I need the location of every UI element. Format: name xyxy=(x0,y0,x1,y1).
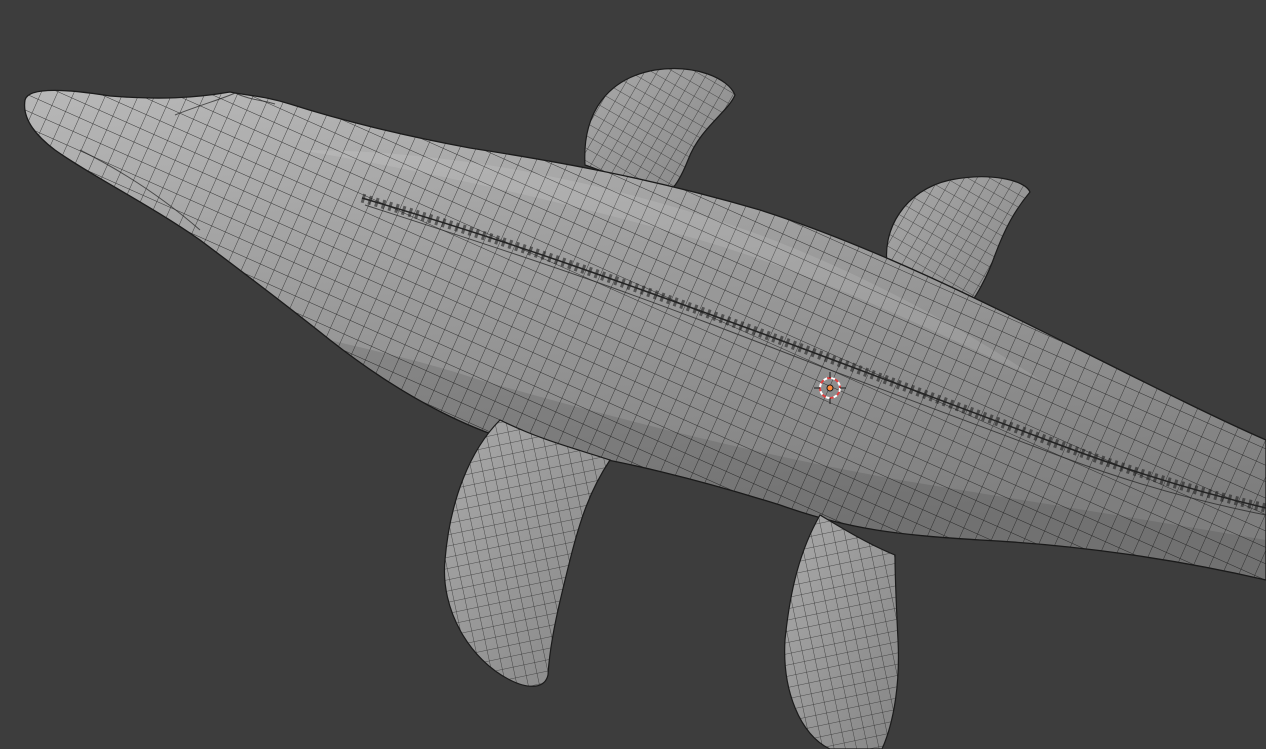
3d-viewport[interactable] xyxy=(0,0,1266,749)
viewport-canvas[interactable] xyxy=(0,0,1266,749)
object-origin-icon xyxy=(826,384,834,392)
fin-rear-lower[interactable] xyxy=(784,514,899,749)
fin-front-lower[interactable] xyxy=(443,419,611,687)
